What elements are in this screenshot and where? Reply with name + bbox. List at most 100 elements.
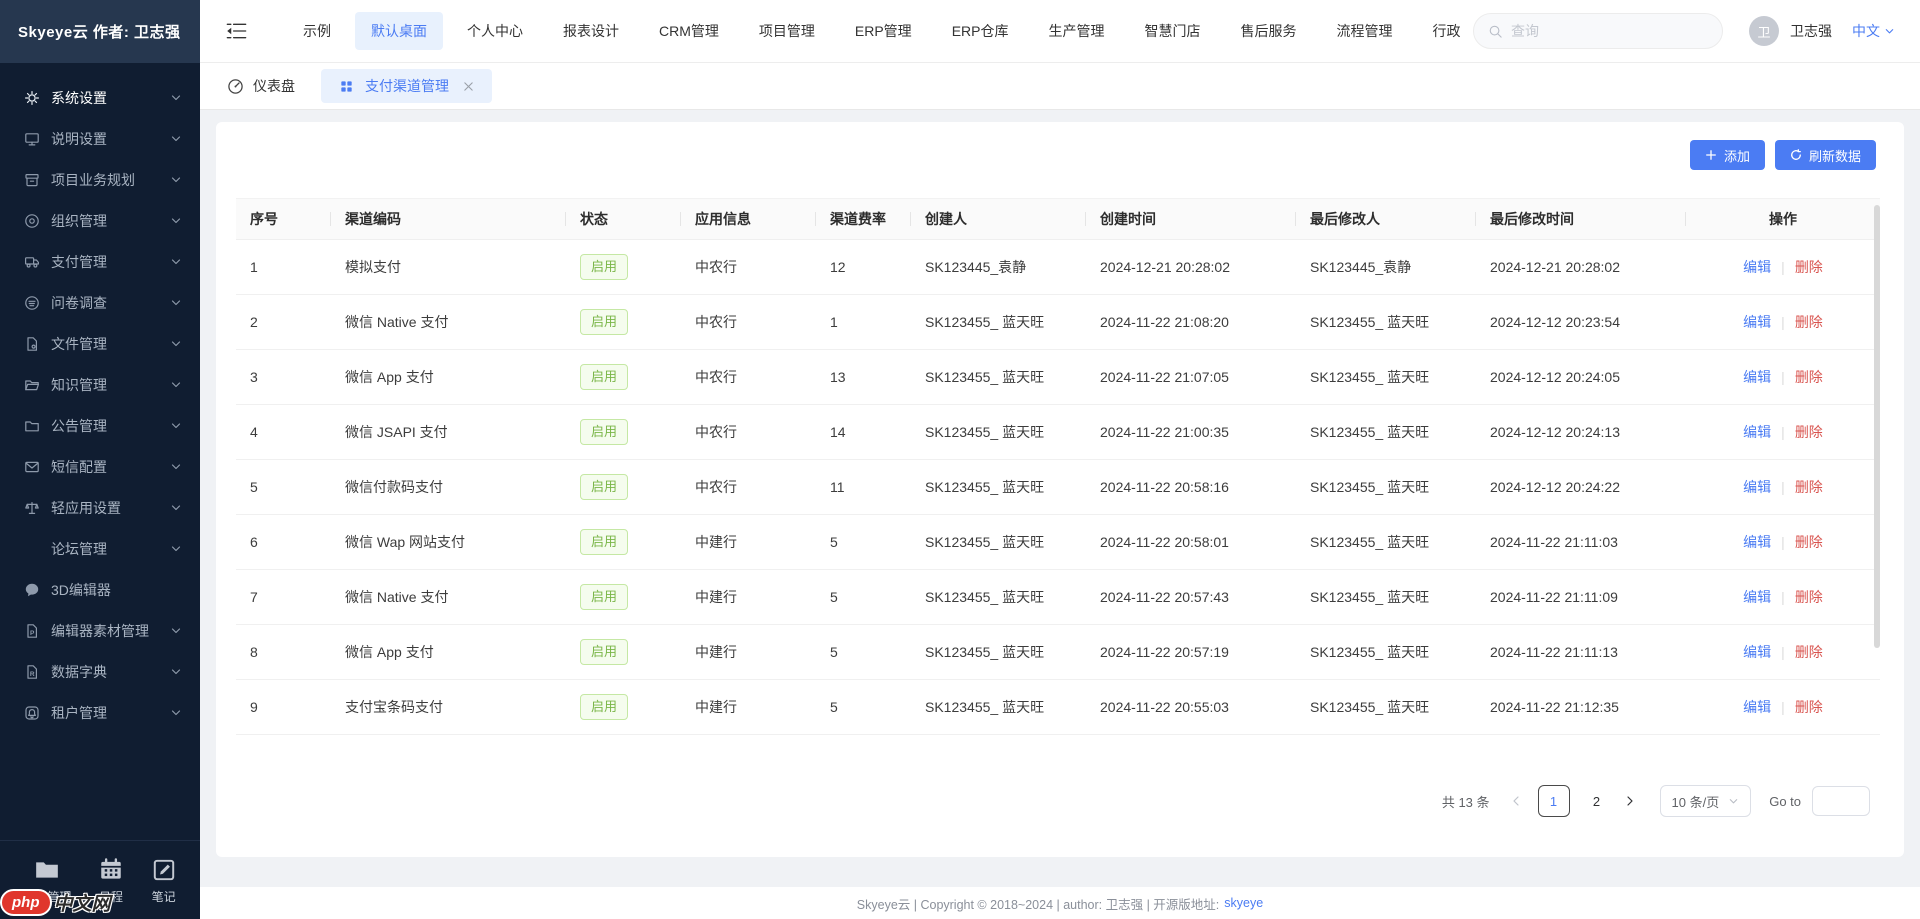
sidebar-item[interactable]: R数据字典 [0, 651, 200, 692]
chevron-down-icon [170, 174, 182, 186]
tab-dashboard[interactable]: 仪表盘 [253, 76, 295, 96]
sidebar-item[interactable]: 3D编辑器 [0, 569, 200, 610]
tab-payment-channel[interactable]: 支付渠道管理 [321, 69, 492, 103]
delete-link[interactable]: 删除 [1795, 312, 1823, 332]
search-input[interactable] [1511, 23, 1708, 39]
sidebar-item[interactable]: 项目业务规划 [0, 159, 200, 200]
status-badge: 启用 [580, 364, 628, 390]
gear-icon [24, 90, 40, 106]
column-header: 最后修改人 [1296, 199, 1476, 239]
chevron-down-icon [170, 256, 182, 268]
sidebar-item[interactable]: 文件管理 [0, 323, 200, 364]
mail-icon [24, 459, 40, 475]
sidebar-item[interactable]: 支付管理 [0, 241, 200, 282]
nav-item-0[interactable]: 示例 [303, 12, 331, 50]
search-icon [1488, 24, 1503, 39]
status-badge: 启用 [580, 584, 628, 610]
watermark: php 中文网 [0, 889, 111, 916]
svg-text:R: R [30, 671, 35, 678]
data-table: 序号渠道编码状态应用信息渠道费率创建人创建时间最后修改人最后修改时间操作 1 模… [236, 198, 1880, 735]
delete-link[interactable]: 删除 [1795, 532, 1823, 552]
nav-item-5[interactable]: 项目管理 [759, 12, 815, 50]
user-name[interactable]: 卫志强 [1790, 21, 1832, 41]
goto-page-input[interactable] [1812, 786, 1870, 816]
page-size-select[interactable]: 10 条/页 [1660, 785, 1752, 817]
edit-link[interactable]: 编辑 [1743, 477, 1771, 497]
edit-link[interactable]: 编辑 [1743, 642, 1771, 662]
chevron-down-icon [170, 502, 182, 514]
archive-icon [24, 172, 40, 188]
nav-item-9[interactable]: 智慧门店 [1144, 12, 1200, 50]
nav-item-12[interactable]: 行政 [1432, 12, 1460, 50]
sidebar-item[interactable]: 系统设置 [0, 77, 200, 118]
collapse-sidebar-icon[interactable] [226, 23, 247, 39]
language-switcher[interactable]: 中文 [1852, 21, 1895, 41]
next-page-icon[interactable] [1624, 795, 1636, 807]
sidebar-item[interactable]: 说明设置 [0, 118, 200, 159]
sidebar: Skyeye云 作者: 卫志强 系统设置说明设置项目业务规划组织管理支付管理问卷… [0, 0, 200, 919]
delete-link[interactable]: 删除 [1795, 257, 1823, 277]
refresh-button[interactable]: 刷新数据 [1775, 140, 1876, 170]
no-icon [24, 541, 40, 557]
column-header: 应用信息 [681, 199, 816, 239]
nav-item-11[interactable]: 流程管理 [1336, 12, 1392, 50]
plus-icon [1705, 149, 1717, 161]
column-header: 创建人 [911, 199, 1086, 239]
chevron-down-icon [170, 379, 182, 391]
delete-link[interactable]: 删除 [1795, 367, 1823, 387]
file-r-icon: R [24, 664, 40, 680]
edit-link[interactable]: 编辑 [1743, 257, 1771, 277]
nav-item-1[interactable]: 默认桌面 [355, 12, 443, 50]
sidebar-item[interactable]: 论坛管理 [0, 528, 200, 569]
nav-item-3[interactable]: 报表设计 [563, 12, 619, 50]
sidebar-item[interactable]: 短信配置 [0, 446, 200, 487]
grid-icon [339, 79, 354, 94]
gauge-icon[interactable] [227, 78, 244, 95]
nav-item-4[interactable]: CRM管理 [659, 12, 719, 50]
close-icon[interactable] [463, 81, 474, 92]
nav-item-2[interactable]: 个人中心 [467, 12, 523, 50]
chevron-down-icon [170, 338, 182, 350]
page-number-1[interactable]: 1 [1538, 785, 1570, 817]
status-badge: 启用 [580, 694, 628, 720]
sidebar-item[interactable]: 知识管理 [0, 364, 200, 405]
column-header: 渠道费率 [816, 199, 911, 239]
edit-link[interactable]: 编辑 [1743, 367, 1771, 387]
avatar[interactable]: 卫 [1749, 16, 1779, 46]
edit-link[interactable]: 编辑 [1743, 697, 1771, 717]
prev-page-icon[interactable] [1510, 795, 1522, 807]
edit-link[interactable]: 编辑 [1743, 312, 1771, 332]
goto-label: Go to [1769, 794, 1801, 809]
nav-item-6[interactable]: ERP管理 [855, 12, 912, 50]
edit-link[interactable]: 编辑 [1743, 422, 1771, 442]
sidebar-item[interactable]: 租户管理 [0, 692, 200, 733]
php-badge: php [0, 889, 52, 916]
chevron-down-icon [170, 666, 182, 678]
nav-item-7[interactable]: ERP仓库 [952, 12, 1009, 50]
add-button[interactable]: 添加 [1690, 140, 1765, 170]
topnav-items: 示例默认桌面个人中心 报表设计 CRM管理 项目管理 ERP管理 ERP仓库 生产管理 智慧门… [303, 12, 1460, 50]
column-header: 渠道编码 [331, 199, 566, 239]
footer-link[interactable]: skyeye [1224, 896, 1263, 910]
delete-link[interactable]: 删除 [1795, 477, 1823, 497]
sidebar-item[interactable]: 公告管理 [0, 405, 200, 446]
status-badge: 启用 [580, 254, 628, 280]
shortcut[interactable]: 笔记 [151, 857, 177, 905]
sidebar-item[interactable]: P编辑器素材管理 [0, 610, 200, 651]
delete-link[interactable]: 删除 [1795, 697, 1823, 717]
delete-link[interactable]: 删除 [1795, 422, 1823, 442]
sidebar-item[interactable]: 组织管理 [0, 200, 200, 241]
sidebar-item[interactable]: 轻应用设置 [0, 487, 200, 528]
delete-link[interactable]: 删除 [1795, 642, 1823, 662]
sidebar-item[interactable]: 问卷调查 [0, 282, 200, 323]
table-header: 序号渠道编码状态应用信息渠道费率创建人创建时间最后修改人最后修改时间操作 [236, 198, 1880, 240]
delete-link[interactable]: 删除 [1795, 587, 1823, 607]
nav-item-8[interactable]: 生产管理 [1048, 12, 1104, 50]
vertical-scrollbar[interactable] [1874, 205, 1880, 648]
chat-icon [24, 582, 40, 598]
edit-link[interactable]: 编辑 [1743, 587, 1771, 607]
edit-link[interactable]: 编辑 [1743, 532, 1771, 552]
file-p-icon: P [24, 623, 40, 639]
page-number-2[interactable]: 2 [1586, 794, 1608, 809]
nav-item-10[interactable]: 售后服务 [1240, 12, 1296, 50]
